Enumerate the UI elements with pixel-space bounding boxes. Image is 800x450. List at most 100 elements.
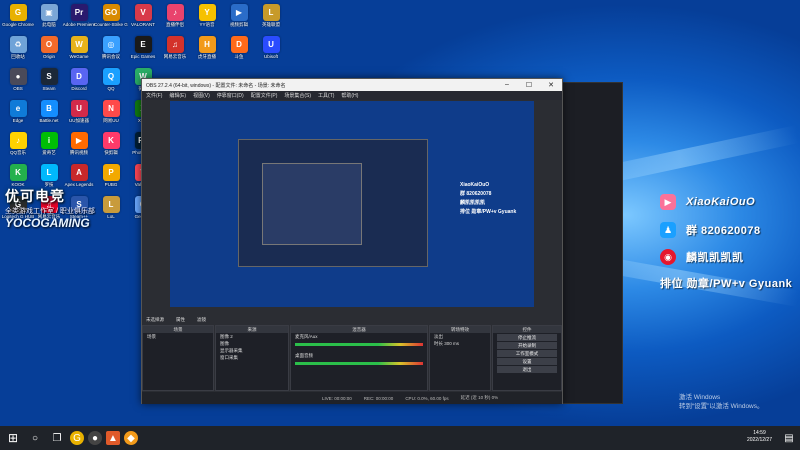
- menu-file[interactable]: 文件(F): [146, 92, 162, 99]
- maximize-icon[interactable]: ☐: [518, 81, 540, 89]
- watermark-subtitle: 全类游戏工作室 / 职业俱乐部: [5, 208, 95, 215]
- taskbar: ⊞ ○ ❐ G ● ▲ ◆ 14:59 2022/12/27 ▤: [0, 426, 800, 450]
- desktop-icon[interactable]: Pr Adobe Premiere: [63, 4, 95, 34]
- desktop-icon-label: Discord: [71, 86, 87, 91]
- app-taskbar-icon[interactable]: ▲: [106, 431, 120, 445]
- app-icon: K: [102, 132, 120, 149]
- app-taskbar-icon[interactable]: ◆: [124, 431, 138, 445]
- properties-button[interactable]: 属性: [176, 317, 185, 323]
- start-icon[interactable]: ⊞: [4, 429, 22, 447]
- notification-icon[interactable]: ▤: [780, 429, 798, 447]
- promo-text: XiaoKaiOuO: [686, 196, 756, 208]
- source-item[interactable]: 窗口采集: [216, 354, 288, 361]
- source-item[interactable]: 图像: [216, 340, 288, 347]
- promo-rank: 排位 勋章/PW+v Gyuank: [660, 274, 792, 292]
- desktop-icon[interactable]: N 网易UU: [96, 100, 126, 130]
- exit-button[interactable]: 退出: [497, 366, 557, 373]
- studio-mode-button[interactable]: 工作室模式: [497, 350, 557, 357]
- app-icon: ♪: [166, 4, 184, 21]
- desktop-icon[interactable]: ▣ 此电脑: [34, 4, 64, 34]
- desktop-icon[interactable]: U UU加速器: [64, 100, 94, 130]
- sources-pane[interactable]: 来源 图像 2 图像 显示器采集 窗口采集: [215, 325, 289, 391]
- desktop-icon[interactable]: e Edge: [3, 100, 33, 130]
- mixer-pane[interactable]: 混音器 麦克风/Aux 桌面音频: [290, 325, 428, 391]
- desktop-icon[interactable]: V VALORANT: [128, 4, 158, 34]
- mixer-channel-label: 桌面音频: [295, 353, 313, 358]
- desktop-icon[interactable]: GOCounter-Strike Global: [94, 4, 128, 34]
- mixer-level-bar[interactable]: [295, 343, 423, 346]
- desktop-icon[interactable]: ● OBS: [3, 68, 33, 98]
- desktop-icon-label: VALORANT: [131, 22, 155, 27]
- clock-time: 14:59: [753, 430, 766, 436]
- desktop-icon[interactable]: Y YY语音: [192, 4, 222, 34]
- close-icon[interactable]: ✕: [540, 81, 562, 89]
- start-recording-button[interactable]: 开始录制: [497, 342, 557, 349]
- desktop-icon[interactable]: U Ubisoft: [256, 36, 286, 66]
- desktop-icon[interactable]: L 英雄联盟: [256, 4, 286, 34]
- app-icon: H: [198, 36, 216, 53]
- background-dark-window[interactable]: [555, 82, 623, 404]
- obs-taskbar-icon[interactable]: ●: [88, 431, 102, 445]
- desktop-icon-label: WeGame: [69, 54, 89, 59]
- menu-help[interactable]: 帮助(H): [341, 92, 358, 99]
- menu-view[interactable]: 视图(V): [193, 92, 210, 99]
- desktop-icon[interactable]: ♪ QQ音乐: [3, 132, 33, 162]
- desktop-icon[interactable]: ♻ 回收站: [3, 36, 33, 66]
- bilibili-icon: ▶: [660, 194, 676, 210]
- minimize-icon[interactable]: –: [496, 81, 518, 89]
- menu-docks[interactable]: 停靠窗口(D): [217, 92, 244, 99]
- obs-preview[interactable]: XiaoKaiOuO 群 820620078 麟凯凯凯凯 排位 勋章/PW+v …: [170, 101, 534, 307]
- desktop-icon[interactable]: G Google Chrome: [2, 4, 34, 34]
- source-item[interactable]: 图像 2: [216, 333, 288, 340]
- desktop-icon[interactable]: i 爱奇艺: [34, 132, 64, 162]
- settings-button[interactable]: 设置: [497, 358, 557, 365]
- obs-titlebar[interactable]: OBS 27.2.4 (64-bit, windows) - 配置文件: 未命名…: [142, 79, 562, 91]
- menu-tools[interactable]: 工具(T): [318, 92, 334, 99]
- duration-field[interactable]: 时长 300 ms: [430, 340, 490, 347]
- desktop-icon[interactable]: ▶ 视频剪辑: [224, 4, 254, 34]
- desktop-icon[interactable]: ◎ 腾讯会议: [96, 36, 126, 66]
- desktop-icon-label: 英雄联盟: [262, 22, 280, 27]
- desktop-icon[interactable]: B Battle.net: [34, 100, 64, 130]
- desktop-icon[interactable]: D Discord: [64, 68, 94, 98]
- desktop: G Google Chrome ▣ 此电脑 Pr Adobe Premiere GO Coun…: [0, 0, 800, 426]
- menu-profile[interactable]: 配置文件(P): [251, 92, 278, 99]
- desktop-icon[interactable]: ▶ 腾讯视频: [64, 132, 94, 162]
- desktop-icon[interactable]: E Epic Games: [128, 36, 158, 66]
- promo-text: 排位 勋章/PW+v Gyuank: [660, 278, 793, 290]
- watermark-title: 优可电竞: [5, 188, 65, 204]
- filters-button[interactable]: 滤镜: [197, 317, 206, 323]
- chrome-icon[interactable]: G: [70, 431, 84, 445]
- transition-select[interactable]: 淡出: [430, 333, 490, 340]
- desktop-icon[interactable]: D 斗鱼: [224, 36, 254, 66]
- menu-edit[interactable]: 编辑(E): [169, 92, 186, 99]
- mixer-level-bar[interactable]: [295, 362, 423, 365]
- menu-scene-collection[interactable]: 场景集合(S): [284, 92, 311, 99]
- app-icon: ♫: [166, 36, 184, 53]
- desktop-icon[interactable]: Q QQ: [96, 68, 126, 98]
- app-icon: K: [9, 164, 27, 181]
- scenes-pane[interactable]: 场景 场景: [142, 325, 214, 391]
- desktop-icon[interactable]: O Origin: [34, 36, 64, 66]
- desktop-icon[interactable]: S Steam: [34, 68, 64, 98]
- source-item[interactable]: 显示器采集: [216, 347, 288, 354]
- app-icon: ▶: [70, 132, 88, 149]
- obs-window[interactable]: OBS 27.2.4 (64-bit, windows) - 配置文件: 未命名…: [141, 78, 563, 404]
- controls-pane[interactable]: 控件 停止推流 开始录制 工作室模式 设置 退出: [492, 325, 562, 391]
- scene-item[interactable]: 场景: [143, 333, 213, 340]
- desktop-icon[interactable]: K 快剪辑: [96, 132, 126, 162]
- search-icon[interactable]: ○: [26, 429, 44, 447]
- desktop-icon-label: Steam: [42, 86, 56, 91]
- desktop-icon[interactable]: H 虎牙直播: [192, 36, 222, 66]
- desktop-icon-label: Edge: [12, 118, 24, 123]
- system-clock[interactable]: 14:59 2022/12/27: [747, 430, 772, 444]
- transitions-pane[interactable]: 转场特效 淡出 时长 300 ms: [429, 325, 491, 391]
- desktop-icon[interactable]: ♪ 直播伴侣: [160, 4, 190, 34]
- desktop-icon[interactable]: ♫ 网易云音乐: [160, 36, 190, 66]
- desktop-icon-label: 虎牙直播: [198, 54, 216, 59]
- duration-label: 时长: [434, 341, 443, 346]
- app-icon: S: [40, 68, 58, 85]
- task-view-icon[interactable]: ❐: [48, 429, 66, 447]
- stop-stream-button[interactable]: 停止推流: [497, 334, 557, 341]
- desktop-icon[interactable]: W WeGame: [64, 36, 94, 66]
